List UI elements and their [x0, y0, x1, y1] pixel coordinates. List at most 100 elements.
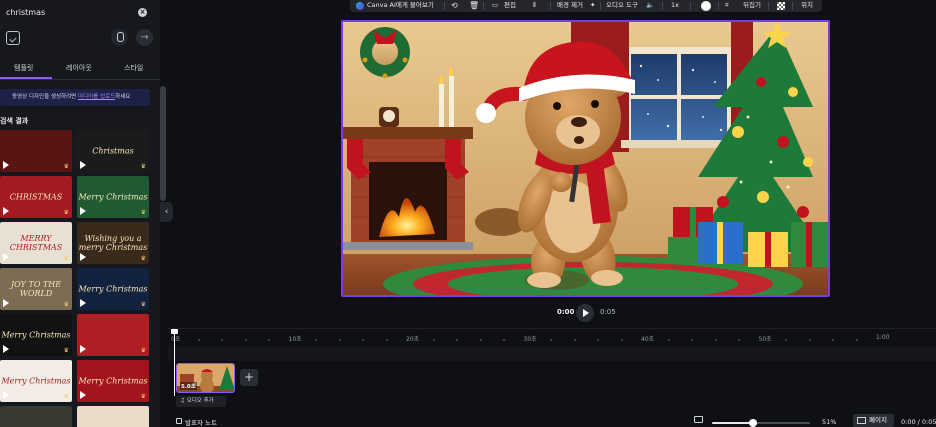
template-title: Merry Christmas [1, 376, 71, 386]
add-audio-button[interactable]: ♫ 오디오 추가 [176, 396, 226, 407]
template-thumbnail[interactable]: ♛ [77, 406, 149, 427]
clip-duration: 5.0초 [180, 382, 197, 390]
ruler-tick-dot [197, 339, 200, 341]
play-icon [3, 161, 9, 169]
zoom-percent[interactable]: 51% [822, 418, 836, 426]
canvas-selection[interactable] [341, 20, 830, 297]
zoom-slider[interactable] [712, 419, 810, 427]
voice-search-button[interactable] [111, 29, 128, 46]
ruler-tick-label: 30초 [523, 336, 537, 343]
ruler-tick-dot [738, 339, 740, 341]
submit-search-button[interactable]: → [136, 29, 153, 46]
ruler-tick-dot [338, 339, 341, 341]
timeline-track [168, 347, 936, 361]
speed-button[interactable]: 1x [671, 0, 679, 12]
canva-video-editor: christmas × → 템플릿 레이아웃 스타일 동영상 디자인을 생성하려… [0, 0, 936, 427]
ruler-tick-dot [808, 339, 811, 341]
current-time: 0:00 [557, 308, 575, 316]
template-thumbnail[interactable]: ♛ [0, 406, 72, 427]
tab-templates[interactable]: 템플릿 [14, 63, 33, 73]
ruler-tick-dot [315, 339, 317, 341]
video-clip[interactable]: 5.0초 [176, 363, 235, 393]
toolbar-divider [600, 2, 601, 10]
template-title: Merry Christmas [1, 330, 71, 340]
timeline: 0초 10초 20초 30초 40초 50초 1:00 5.0초 + ♫ 오디오 추가 [168, 328, 936, 427]
crown-icon: ♛ [63, 347, 69, 354]
color-swatch[interactable] [701, 1, 711, 11]
play-icon [3, 391, 9, 399]
ruler-tick-dot [573, 339, 576, 341]
crop-icon[interactable]: ⌗ [725, 0, 729, 12]
template-title: CHRISTMAS [9, 192, 63, 202]
clear-search-button[interactable]: × [138, 8, 147, 17]
search-area: christmas × → [0, 0, 160, 58]
template-thumbnail[interactable]: Merry Christmas ♛ [77, 176, 149, 218]
timeline-ruler[interactable]: 0초 10초 20초 30초 40초 50초 1:00 [168, 329, 936, 345]
add-clip-button[interactable]: + [240, 369, 258, 386]
split-icon[interactable]: ⫴ [533, 0, 536, 12]
tab-layouts[interactable]: 레이아웃 [66, 63, 92, 73]
zoom-slider-handle[interactable] [748, 419, 757, 427]
template-thumbnail[interactable]: Merry Christmas ♛ [77, 268, 149, 310]
tabs-divider [0, 79, 160, 80]
ruler-tick-label: 0초 [171, 336, 181, 343]
ask-canva-ai-button[interactable]: Canva AI에게 물어보기 [367, 0, 434, 12]
ruler-tick-dot [620, 339, 623, 341]
flip-button[interactable]: 뒤집기 [743, 0, 761, 12]
left-panel: christmas × → 템플릿 레이아웃 스타일 동영상 디자인을 생성하려… [0, 0, 160, 427]
ruler-tick-dot [268, 339, 270, 341]
template-thumbnail[interactable]: Merry Christmas ♛ [77, 360, 149, 402]
template-thumbnail[interactable]: Christmas ♛ [77, 130, 149, 172]
ruler-tick-label: 1:00 [876, 334, 890, 341]
template-title: JOY TO THE WORLD [10, 280, 62, 298]
volume-icon[interactable]: 🔈 [646, 0, 654, 12]
template-title: Merry Christmas [78, 376, 148, 386]
template-thumbnail[interactable]: CHRISTMAS ♛ [0, 176, 72, 218]
template-title: Merry Christmas [78, 284, 148, 294]
collapse-panel-button[interactable]: ‹ [160, 202, 173, 222]
template-thumbnail[interactable]: JOY TO THE WORLD ♛ [0, 268, 72, 310]
crown-icon: ♛ [63, 393, 69, 400]
search-input[interactable]: christmas [6, 8, 45, 17]
pages-button[interactable]: 페이지 [853, 414, 894, 427]
template-thumbnail[interactable]: Wishing you a merry Christmas ♛ [77, 222, 149, 264]
crown-icon: ♛ [140, 209, 146, 216]
play-icon [80, 299, 86, 307]
playback-controls: 0:00 0:05 [550, 303, 630, 323]
presenter-notes-button[interactable]: 발표자 노트 [176, 417, 217, 427]
image-search-icon[interactable] [6, 31, 20, 45]
candle [439, 84, 444, 127]
toolbar-divider [550, 2, 551, 10]
tab-styles[interactable]: 스타일 [124, 63, 143, 73]
video-frame [343, 22, 828, 295]
timeline-zoom-icon[interactable] [694, 416, 703, 423]
template-thumbnail[interactable]: Merry Christmas ♛ [0, 360, 72, 402]
template-thumbnail[interactable]: ♛ [0, 130, 72, 172]
crown-icon: ♛ [140, 393, 146, 400]
play-icon [3, 253, 9, 261]
upload-media-link[interactable]: 미디어를 업로드 [78, 94, 115, 100]
position-button[interactable]: 위치 [801, 0, 813, 12]
trash-icon[interactable]: 🗑 [469, 0, 479, 12]
template-title: Merry Christmas [78, 192, 148, 202]
ruler-tick-dot [785, 339, 787, 341]
background-remove-button[interactable]: 배경 제거 [557, 0, 583, 12]
playhead[interactable] [171, 329, 178, 396]
candle [449, 76, 454, 127]
template-title: Christmas [92, 146, 134, 156]
panel-scrollbar[interactable] [160, 86, 166, 201]
ruler-tick-dot [714, 339, 717, 341]
upload-media-banner: 동영상 디자인을 생성하려면 미디어를 업로드하세요 [0, 89, 150, 106]
sync-icon[interactable]: ⟲ [451, 0, 458, 12]
ruler-tick-dot [503, 339, 505, 341]
transparency-icon[interactable] [777, 2, 785, 10]
play-button[interactable] [576, 304, 594, 322]
audio-tools-button[interactable]: 오디오 도구 [606, 0, 638, 12]
play-icon [3, 299, 9, 307]
template-thumbnail[interactable]: ♛ [77, 314, 149, 356]
crown-icon: ♛ [140, 301, 146, 308]
template-thumbnail[interactable]: Merry Christmas ♛ [0, 314, 72, 356]
toolbar-divider [768, 2, 769, 10]
edit-button[interactable]: 편집 [504, 0, 516, 12]
template-thumbnail[interactable]: MERRY CHRISTMAS ♛ [0, 222, 72, 264]
